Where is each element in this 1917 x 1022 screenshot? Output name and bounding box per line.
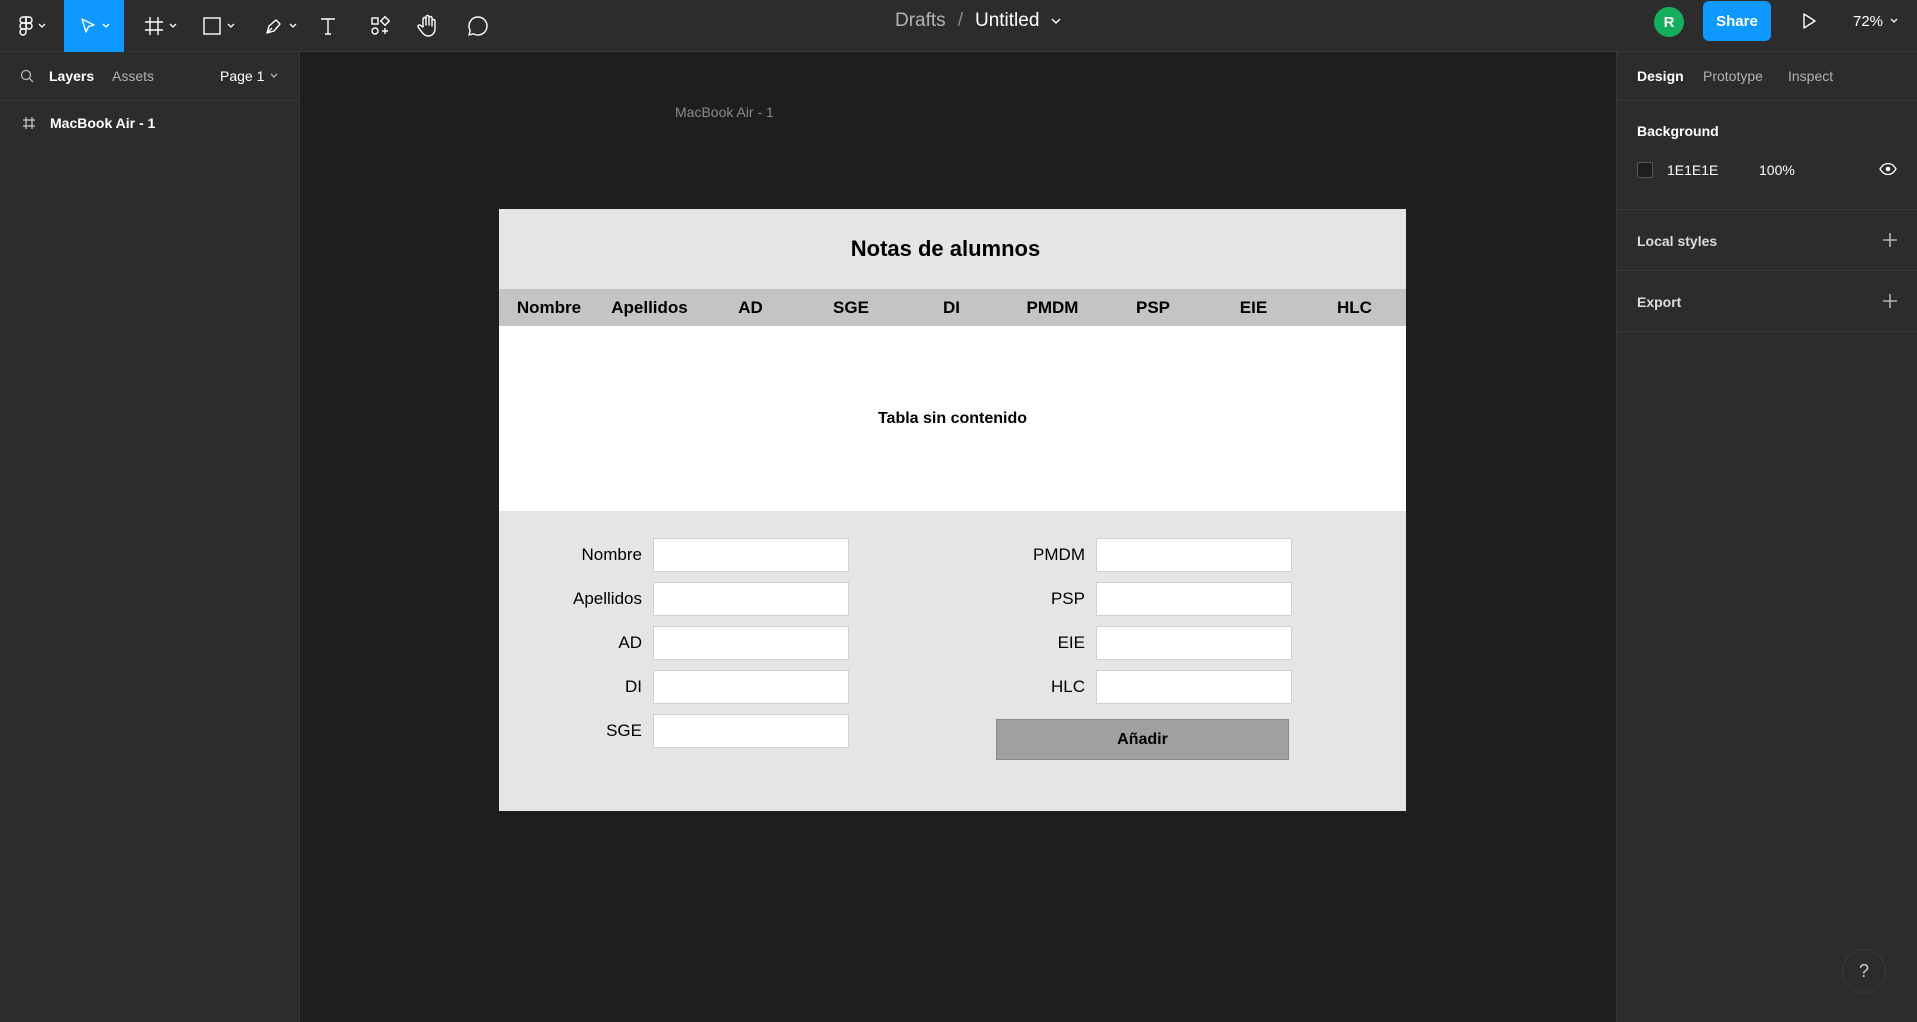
page-selector[interactable]: Page 1 (220, 68, 278, 84)
file-name[interactable]: Untitled (975, 10, 1039, 32)
components-icon (371, 16, 390, 35)
page-name: Page 1 (220, 68, 265, 84)
move-tool-button[interactable] (64, 0, 124, 52)
label-eie: EIE (1057, 633, 1085, 652)
input-sge[interactable] (653, 714, 849, 748)
empty-table-message: Tabla sin contenido (877, 409, 1028, 427)
table-header: Nombre Apellidos AD SGE DI PMDM PSP EIE … (499, 289, 1406, 326)
background-swatch[interactable] (1637, 162, 1653, 178)
share-button[interactable]: Share (1703, 1, 1771, 41)
input-apellidos[interactable] (653, 582, 849, 616)
plus-icon[interactable] (1883, 294, 1897, 308)
input-nombre[interactable] (653, 538, 849, 572)
column-header: AD (738, 297, 763, 317)
chevron-down-icon (38, 23, 45, 28)
frame-tool-button[interactable] (138, 0, 182, 52)
label-nombre: Nombre (581, 545, 642, 564)
help-button[interactable]: ? (1842, 949, 1886, 993)
column-header: HLC (1337, 297, 1372, 317)
present-button[interactable] (1797, 0, 1821, 42)
hand-tool-button[interactable] (416, 0, 440, 52)
design-panel: Design Prototype Inspect Background 1E1E… (1616, 52, 1917, 1022)
input-pmdm[interactable] (1096, 538, 1292, 572)
label-sge: SGE (606, 721, 642, 740)
chevron-down-icon (227, 23, 234, 28)
label-apellidos: Apellidos (573, 589, 642, 608)
breadcrumb-drafts[interactable]: Drafts (895, 10, 946, 32)
chevron-down-icon (289, 23, 296, 28)
background-title: Background (1637, 123, 1719, 139)
column-header: SGE (833, 297, 869, 317)
pen-tool-button[interactable] (258, 0, 302, 52)
figma-logo-icon (18, 16, 33, 36)
resources-button[interactable] (368, 0, 392, 52)
shape-tool-button[interactable] (196, 0, 240, 52)
search-icon[interactable] (20, 69, 34, 83)
layer-name: MacBook Air - 1 (50, 115, 156, 131)
chevron-down-icon (169, 23, 176, 28)
local-styles-section: Local styles (1617, 210, 1917, 271)
chevron-down-icon (102, 23, 109, 28)
background-section: Background 1E1E1E 100% (1617, 52, 1917, 210)
text-icon (321, 18, 335, 35)
breadcrumb-separator: / (957, 10, 963, 31)
column-header: Apellidos (611, 297, 688, 317)
frame-label[interactable]: MacBook Air - 1 (675, 104, 774, 120)
chevron-down-icon (270, 73, 278, 78)
chevron-down-icon[interactable] (1051, 18, 1061, 25)
label-di: DI (625, 677, 642, 696)
zoom-menu[interactable]: 72% (1853, 0, 1898, 42)
column-header: PSP (1135, 297, 1171, 317)
comment-icon (468, 16, 488, 36)
column-header: Nombre (516, 297, 582, 317)
export-section: Export (1617, 271, 1917, 332)
input-eie[interactable] (1096, 626, 1292, 660)
macbook-frame[interactable]: Notas de alumnos Nombre Apellidos AD SGE… (499, 209, 1406, 811)
background-opacity[interactable]: 100% (1759, 162, 1795, 178)
input-ad[interactable] (653, 626, 849, 660)
frame-icon (23, 117, 35, 129)
label-pmdm: PMDM (1033, 545, 1085, 564)
user-avatar[interactable]: R (1654, 7, 1684, 37)
left-panel-tabs: Layers Assets Page 1 (0, 52, 299, 101)
top-toolbar: Drafts / Untitled R Share 72% (0, 0, 1917, 52)
input-psp[interactable] (1096, 582, 1292, 616)
main-menu-button[interactable] (12, 0, 52, 52)
text-tool-button[interactable] (316, 0, 340, 52)
tab-assets[interactable]: Assets (112, 68, 154, 84)
plus-icon[interactable] (1883, 233, 1897, 247)
frame-title: Notas de alumnos (850, 236, 1041, 261)
column-header: DI (943, 297, 960, 317)
label-hlc: HLC (1050, 677, 1085, 696)
column-header: PMDM (1026, 297, 1079, 317)
background-hex[interactable]: 1E1E1E (1667, 162, 1718, 178)
hand-icon (417, 14, 436, 37)
eye-icon[interactable] (1879, 162, 1897, 176)
layers-panel: Layers Assets Page 1 MacBook Air - 1 (0, 52, 300, 1022)
column-header: EIE (1239, 297, 1268, 317)
local-styles-title: Local styles (1637, 233, 1718, 249)
layer-item[interactable]: MacBook Air - 1 (0, 110, 298, 136)
label-ad: AD (618, 633, 642, 652)
input-di[interactable] (653, 670, 849, 704)
tab-layers[interactable]: Layers (49, 68, 94, 84)
play-icon (1803, 13, 1816, 29)
add-button[interactable]: Añadir (996, 719, 1289, 760)
cursor-icon (80, 18, 95, 33)
rectangle-icon (202, 17, 221, 35)
pen-icon (265, 19, 281, 34)
file-title-area: Drafts / Untitled (895, 0, 1061, 42)
chevron-down-icon (1890, 18, 1898, 23)
zoom-level: 72% (1853, 12, 1884, 30)
frame-icon (144, 17, 163, 35)
export-title: Export (1637, 294, 1682, 310)
label-psp: PSP (1050, 589, 1085, 608)
comment-tool-button[interactable] (466, 0, 490, 52)
table-body: Tabla sin contenido (499, 326, 1406, 511)
input-hlc[interactable] (1096, 670, 1292, 704)
